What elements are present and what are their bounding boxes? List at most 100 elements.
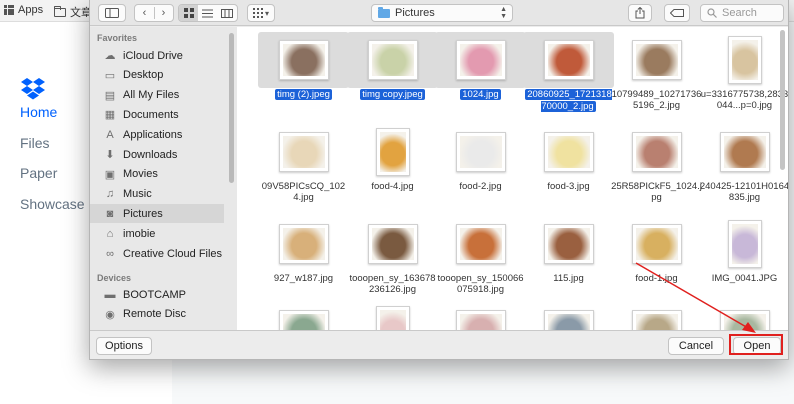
dropbox-nav-showcase[interactable]: Showcase (20, 196, 85, 212)
sidebar-item-movies[interactable]: ▣ Movies (90, 165, 224, 184)
file-item[interactable]: food-3.jpg (523, 124, 614, 204)
list-view-icon[interactable] (198, 9, 217, 18)
back-forward-control: ‹ › (134, 4, 174, 22)
file-item[interactable]: food-4.jpg (347, 124, 438, 204)
sidebar-item-label: Downloads (123, 148, 178, 161)
file-name-text: timg copy.jpeg (360, 89, 425, 100)
image-thumbnail (367, 40, 418, 80)
file-item[interactable]: 20860925_172131870000_2.jpg (523, 32, 614, 112)
image-thumbnail (455, 132, 506, 172)
file-name-text: tooopen_sy_150066075918.jpg (437, 273, 524, 295)
file-name-text: 20860925_172131870000_2.jpg (525, 89, 612, 112)
sidebar-item-all-my-files[interactable]: ▤ All My Files (90, 86, 224, 105)
sidebar-item-music[interactable]: ♫ Music (90, 185, 224, 204)
image-thumbnail (543, 132, 594, 172)
file-item[interactable]: tooopen_sy_150066075918.jpg (435, 216, 526, 296)
file-item[interactable]: food-2.jpg (435, 124, 526, 204)
sidebar-item-label: Desktop (123, 69, 164, 82)
forward-icon[interactable]: › (154, 7, 173, 19)
file-item[interactable] (435, 302, 526, 330)
file-thumbnail-frame (258, 302, 349, 330)
sidebar-toggle-button[interactable] (98, 4, 126, 22)
image-thumbnail (631, 132, 682, 172)
file-item[interactable]: timg (2).jpeg (258, 32, 349, 112)
sidebar-item-icloud-drive[interactable]: ☁ iCloud Drive (90, 46, 224, 65)
bookmark-folder[interactable]: 文章 (54, 4, 92, 20)
column-view-icon[interactable] (218, 8, 237, 18)
file-item[interactable]: timg copy.jpeg (347, 32, 438, 112)
tags-button[interactable] (664, 4, 690, 22)
file-thumbnail-frame (347, 216, 438, 272)
file-item[interactable]: u=3316775738,2833044...p=0.jpg (699, 32, 788, 112)
icon-view-icon[interactable] (179, 5, 199, 21)
dropbox-nav-files[interactable]: Files (20, 135, 50, 151)
file-name-text: tooopen_sy_163678236126.jpg (349, 273, 436, 295)
view-mode-control (178, 4, 238, 22)
camera-icon: ◙ (106, 207, 114, 220)
file-name-text: food-2.jpg (459, 181, 502, 192)
file-item[interactable] (258, 302, 349, 330)
file-item[interactable] (523, 302, 614, 330)
search-input[interactable]: Search (700, 4, 784, 22)
sidebar-item-label: Movies (123, 168, 158, 181)
sidebar-item-label: Creative Cloud Files (123, 247, 223, 260)
dialog-toolbar: ‹ › ▾ Pictures ▲ ▼ Search (90, 0, 788, 26)
options-button[interactable]: Options (96, 337, 152, 355)
image-thumbnail (727, 220, 762, 268)
back-icon[interactable]: ‹ (135, 7, 154, 19)
share-button[interactable] (628, 4, 652, 22)
sidebar-item-downloads[interactable]: ⬇ Downloads (90, 145, 224, 164)
dropbox-nav-paper[interactable]: Paper (20, 165, 57, 181)
file-item[interactable]: 927_w187.jpg (258, 216, 349, 296)
file-item[interactable]: 09V58PICsCQ_1024.jpg (258, 124, 349, 204)
sidebar-scrollbar[interactable] (229, 33, 234, 183)
sidebar-item-desktop[interactable]: ▭ Desktop (90, 66, 224, 85)
sidebar-item-bootcamp[interactable]: ▬ BOOTCAMP (90, 285, 224, 304)
file-name: tooopen_sy_163678236126.jpg (347, 273, 438, 295)
file-item[interactable]: food-1.jpg (611, 216, 702, 296)
downloads-icon: ⬇ (105, 149, 115, 161)
file-thumbnail-frame (435, 32, 526, 88)
sidebar-item-label: Remote Disc (123, 308, 186, 321)
image-thumbnail (719, 310, 770, 330)
file-item[interactable]: 240425-12101H0164835.jpg (699, 124, 788, 204)
file-name: 927_w187.jpg (258, 273, 349, 284)
file-item[interactable] (699, 302, 788, 330)
file-item[interactable]: 1024.jpg (435, 32, 526, 112)
dropbox-nav-home[interactable]: Home (20, 104, 57, 120)
file-thumbnail-frame (611, 216, 702, 272)
dropbox-logo-icon[interactable] (20, 78, 46, 100)
sidebar-item-remote-disc[interactable]: ◉ Remote Disc (90, 305, 224, 324)
file-name: timg (2).jpeg (258, 89, 349, 101)
file-thumbnail-frame (258, 216, 349, 272)
file-item[interactable]: IMG_0041.JPG (699, 216, 788, 296)
arrange-button[interactable]: ▾ (247, 4, 275, 22)
file-item[interactable]: 115.jpg (523, 216, 614, 296)
sidebar-item-pictures[interactable]: ◙ Pictures (90, 204, 224, 224)
cancel-button[interactable]: Cancel (668, 337, 724, 355)
sidebar-item-applications[interactable]: A Applications (90, 125, 224, 144)
sidebar-item-label: Applications (123, 128, 183, 141)
sidebar-item-documents[interactable]: ▦ Documents (90, 105, 224, 124)
file-name: tooopen_sy_150066075918.jpg (435, 273, 526, 295)
bookmark-apps[interactable]: Apps (4, 4, 43, 16)
applications-icon: A (106, 128, 114, 141)
image-thumbnail (455, 224, 506, 264)
file-name-text: food-4.jpg (371, 181, 414, 192)
dialog-sidebar: Favorites ☁ iCloud Drive ▭ Desktop ▤ All My F… (90, 27, 237, 330)
open-file-dialog: ‹ › ▾ Pictures ▲ ▼ Search Favorites ☁ iC… (89, 0, 789, 360)
image-thumbnail (367, 224, 418, 264)
file-grid-scrollbar[interactable] (780, 30, 785, 170)
file-name: food-3.jpg (523, 181, 614, 192)
file-name: timg copy.jpeg (347, 89, 438, 101)
sidebar-item-creative-cloud-files[interactable]: ∞ Creative Cloud Files (90, 244, 224, 263)
file-item[interactable] (611, 302, 702, 330)
location-popup[interactable]: Pictures ▲ ▼ (371, 4, 513, 22)
apps-grid-icon (4, 5, 14, 15)
file-item[interactable] (347, 302, 438, 330)
image-thumbnail (278, 40, 329, 80)
file-item[interactable]: tooopen_sy_163678236126.jpg (347, 216, 438, 296)
file-item[interactable]: 10799489_102717365196_2.jpg (611, 32, 702, 112)
sidebar-item-imobie[interactable]: ⌂ imobie (90, 224, 224, 243)
file-item[interactable]: 25R58PICkF5_1024.jpg (611, 124, 702, 204)
